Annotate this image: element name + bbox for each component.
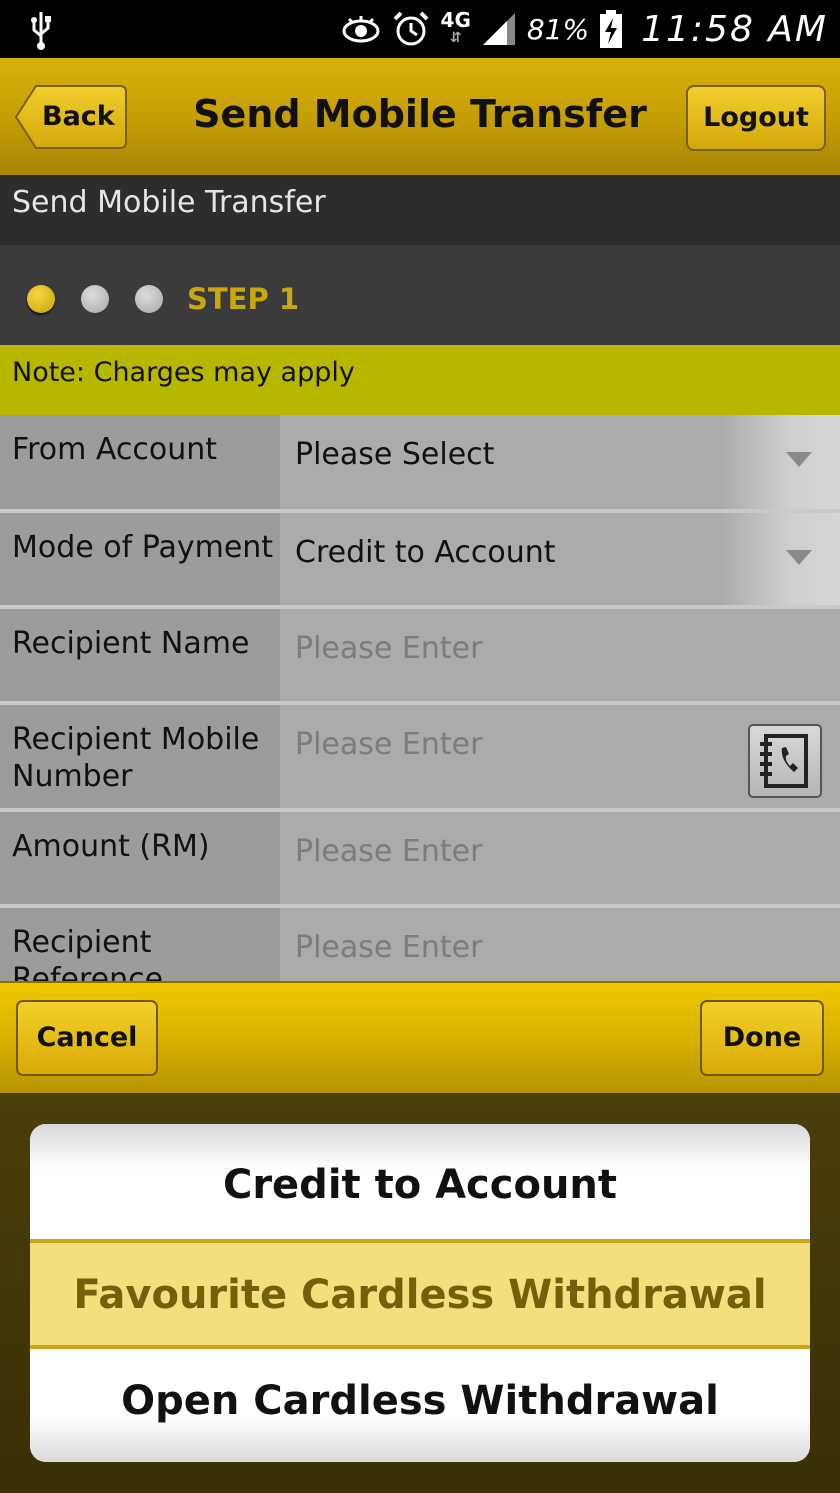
picker-option-selected[interactable]: Favourite Cardless Withdrawal [30,1239,810,1349]
status-bar: 4G ⇵ 81% 11:58 AM [0,0,840,58]
picker-option[interactable]: Credit to Account [30,1124,810,1239]
recipient-reference-input[interactable]: Please Enter [280,908,840,981]
recipient-mobile-placeholder: Please Enter [295,727,483,762]
section-title: Send Mobile Transfer [0,175,840,245]
signal-strength-icon [482,13,515,45]
charges-note: Note: Charges may apply [0,345,840,415]
usb-icon [31,12,51,50]
from-account-value: Please Select [295,437,495,472]
picker-option[interactable]: Open Cardless Withdrawal [30,1349,810,1462]
clock: 11:58 AM [641,8,828,50]
recipient-name-input[interactable]: Please Enter [280,609,840,701]
contact-book-button[interactable] [748,724,822,798]
recipient-name-row: Recipient Name Please Enter [0,609,840,701]
recipient-mobile-label: Recipient Mobile Number [0,705,280,808]
transfer-form: From Account Please Select Mode of Payme… [0,415,840,981]
mode-of-payment-row: Mode of Payment Credit to Account [0,513,840,605]
battery-charging-icon [600,10,623,48]
dropdown-arrow-icon [786,452,812,467]
from-account-select[interactable]: Please Select [280,415,840,509]
recipient-reference-row: Recipient Reference Please Enter [0,908,840,981]
step-label: STEP 1 [187,282,300,316]
recipient-reference-label: Recipient Reference [0,908,280,981]
recipient-reference-placeholder: Please Enter [295,930,483,965]
amount-label: Amount (RM) [0,812,280,904]
recipient-mobile-row: Recipient Mobile Number Please Enter [0,705,840,808]
alarm-clock-icon [393,11,428,46]
recipient-name-placeholder: Please Enter [295,631,483,666]
recipient-mobile-input[interactable]: Please Enter [280,705,840,808]
done-button[interactable]: Done [700,1000,824,1076]
step-dot-inactive [81,285,109,313]
cancel-button[interactable]: Cancel [16,1000,158,1076]
amount-row: Amount (RM) Please Enter [0,812,840,904]
network-type-indicator: 4G ⇵ [440,8,471,46]
mode-of-payment-select[interactable]: Credit to Account [280,513,840,605]
from-account-row: From Account Please Select [0,415,840,509]
payment-mode-picker[interactable]: Credit to Account Favourite Cardless Wit… [30,1124,810,1462]
step-dot-active [27,285,55,313]
picker-toolbar: Cancel Done [0,981,840,1093]
mode-of-payment-label: Mode of Payment [0,513,280,605]
dropdown-arrow-icon [786,550,812,565]
step-dot-inactive [135,285,163,313]
step-indicator [0,245,840,345]
logout-button[interactable]: Logout [686,85,826,151]
app-header: Back Send Mobile Transfer Logout [0,58,840,175]
mode-of-payment-value: Credit to Account [295,535,556,570]
from-account-label: From Account [0,415,280,509]
recipient-name-label: Recipient Name [0,609,280,701]
amount-input[interactable]: Please Enter [280,812,840,904]
contact-book-icon [760,734,808,788]
amount-placeholder: Please Enter [295,834,483,869]
battery-percentage: 81% [526,12,590,46]
eye-icon [342,16,380,43]
